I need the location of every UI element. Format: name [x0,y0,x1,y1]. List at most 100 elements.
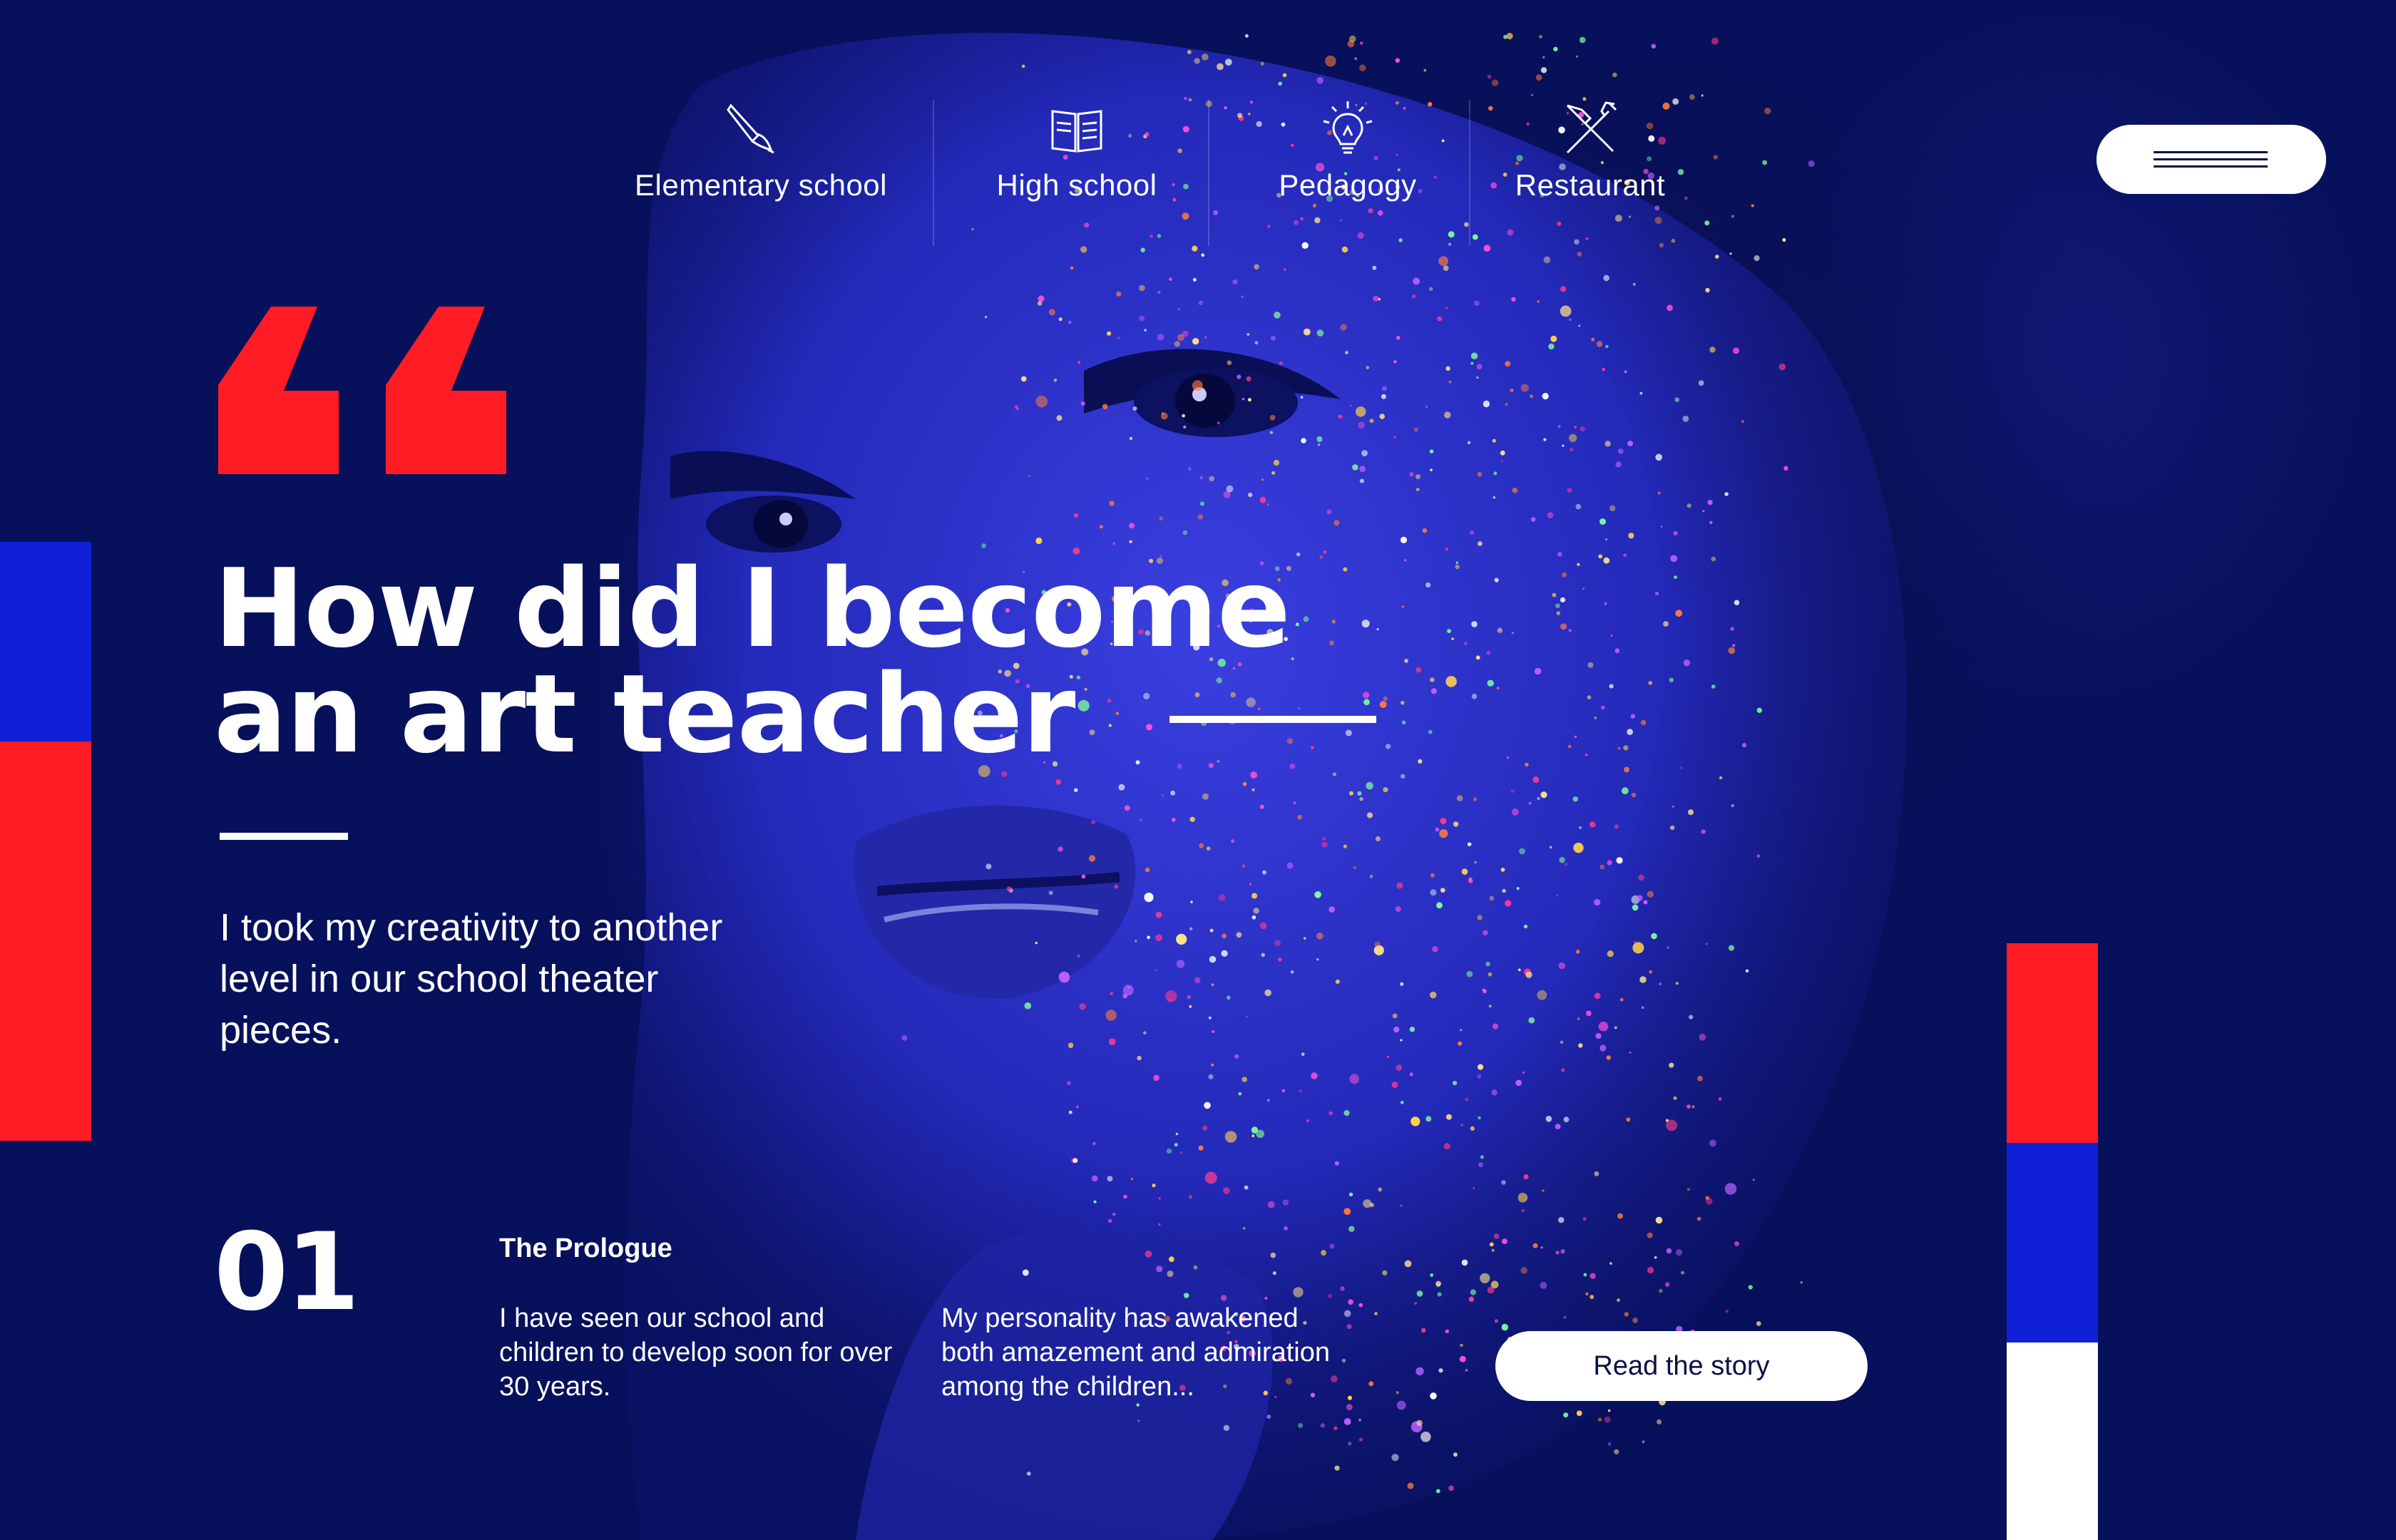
glitter-dot [1663,621,1669,627]
glitter-dot [1675,610,1683,617]
glitter-dot [1651,43,1657,49]
glitter-dot [1444,411,1451,419]
glitter-dot [1516,887,1520,890]
glitter-dot [1698,380,1704,386]
glitter-dot [1574,735,1577,738]
glitter-dot [1525,762,1529,767]
read-story-button[interactable]: Read the story [1495,1331,1868,1401]
glitter-dot [1395,906,1401,913]
lightbulb-icon [1255,100,1440,157]
glitter-dot [1542,393,1549,400]
glitter-dot [1189,927,1193,930]
glitter-dot [1070,266,1074,270]
glitter-dot [1102,404,1108,410]
glitter-dot [1751,204,1754,207]
glitter-dot [1193,1265,1198,1270]
glitter-dot [1092,1175,1098,1182]
glitter-dot [1448,231,1455,238]
glitter-dot [1157,290,1161,294]
glitter-dot [1594,717,1597,719]
glitter-dot [1159,516,1164,520]
glitter-dot [1369,874,1373,878]
glitter-dot [1418,759,1423,764]
glitter-dot [1194,977,1201,984]
glitter-dot [1155,969,1157,971]
glitter-dot [1470,361,1474,365]
glitter-dot [1574,426,1577,428]
glitter-dot [1505,900,1512,907]
glitter-dot [1440,888,1445,893]
glitter-dot [1109,500,1115,506]
nav-item-pedagogy[interactable]: Pedagogy [1255,100,1440,202]
glitter-dot [1711,684,1716,689]
glitter-dot [1254,264,1259,270]
glitter-dot [1158,1197,1161,1200]
divider-rule [220,833,348,840]
glitter-dot [1278,958,1282,962]
glitter-dot [1583,1273,1587,1277]
glitter-dot [1702,510,1705,513]
glitter-dot [1161,794,1164,797]
glitter-dot [1184,97,1187,101]
glitter-dot [1084,222,1090,228]
glitter-dot [1629,215,1632,218]
glitter-dot [1667,946,1669,949]
glitter-dot [1333,1426,1338,1430]
glitter-dot [1430,688,1437,694]
glitter-dot [1666,1248,1672,1254]
glitter-dot [1560,597,1566,603]
glitter-dot [1445,307,1448,309]
glitter-dot [1477,1074,1482,1079]
glitter-dot [1290,970,1294,974]
glitter-dot [1208,1016,1212,1020]
glitter-dot [1607,950,1614,958]
glitter-dot [1187,50,1192,55]
glitter-dot [1604,602,1607,605]
glitter-dot [1474,861,1477,864]
glitter-dot [1340,324,1347,331]
glitter-dot [1560,305,1572,317]
glitter-dot [1396,1391,1399,1395]
menu-button[interactable] [2096,125,2326,194]
glitter-dot [1637,895,1643,901]
quote-mark-icon [218,307,506,474]
glitter-dot [1278,81,1283,86]
nav-item-elementary-school[interactable]: Elementary school [635,100,887,202]
glitter-dot [1576,1410,1582,1417]
glitter-dot [1048,309,1055,316]
glitter-dot [1048,890,1053,895]
glitter-dot [1414,1302,1418,1305]
glitter-dot [1316,958,1319,961]
glitter-dot [1502,1238,1507,1244]
glitter-dot [1328,1111,1333,1116]
glitter-dot [1520,1267,1527,1274]
glitter-dot [1632,1318,1639,1323]
glitter-dot [1563,1412,1569,1418]
glitter-dot [1610,634,1613,637]
accent-bar-blue [2007,1143,2098,1343]
glitter-dot [1567,488,1572,493]
glitter-dot [1379,701,1387,709]
nav-item-restaurant[interactable]: Restaurant [1505,100,1676,202]
glitter-dot [1778,363,1786,371]
glitter-dot [1339,219,1342,222]
glitter-dot [1343,1110,1350,1116]
book-icon [970,100,1184,157]
glitter-dot [1112,1213,1116,1216]
glitter-dot [1404,1260,1412,1268]
glitter-dot [1183,425,1187,429]
glitter-dot [1022,1269,1029,1276]
paintbrush-icon [635,100,870,157]
glitter-dot [1470,352,1478,359]
glitter-dot [1476,364,1483,370]
glitter-dot [1563,1315,1567,1319]
glitter-dot [1540,791,1547,799]
glitter-dot [1355,406,1366,417]
glitter-dot [1209,928,1214,933]
glitter-dot [1732,347,1740,354]
glitter-dot [1623,745,1629,751]
glitter-dot [1699,1033,1706,1041]
nav-item-high-school[interactable]: High school [970,100,1184,202]
glitter-dot [1359,64,1366,71]
glitter-dot [1438,1368,1443,1373]
